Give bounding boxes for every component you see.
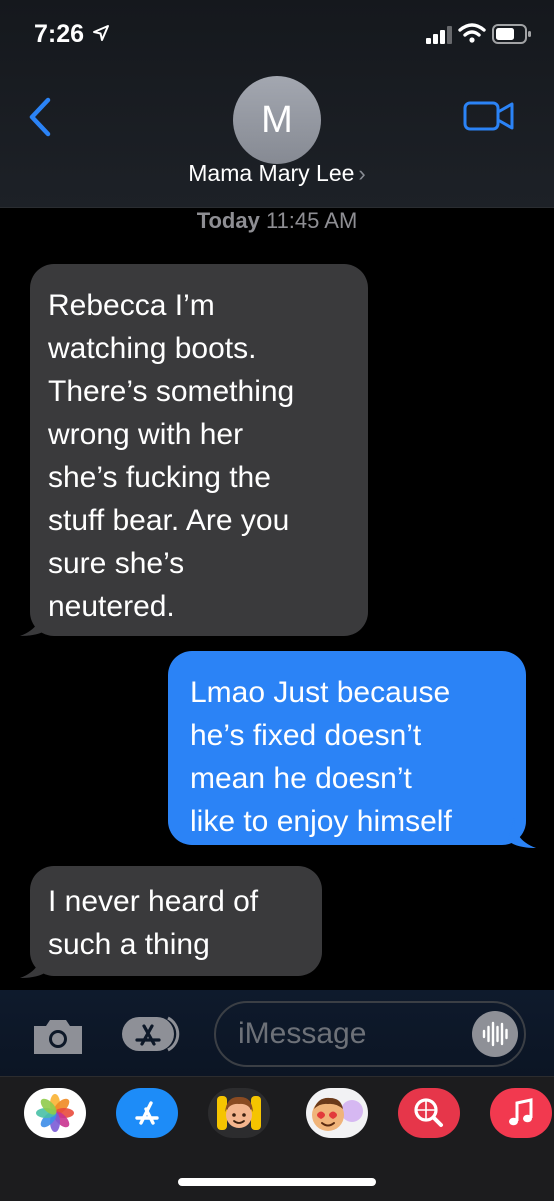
audio-message-button[interactable] xyxy=(472,1011,518,1057)
animoji-icon xyxy=(312,1097,363,1131)
contact-name: Mama Mary Lee xyxy=(188,160,355,186)
contact-name-button[interactable]: Mama Mary Lee › xyxy=(0,160,554,187)
conversation-header: 7:26 M Mama Mary Lee › xyxy=(0,0,554,208)
app-store-icon xyxy=(135,1101,159,1125)
image-search-app-button[interactable] xyxy=(398,1088,460,1138)
photos-app-button[interactable] xyxy=(24,1088,86,1138)
music-app-button[interactable] xyxy=(490,1088,552,1138)
memoji-icon xyxy=(217,1096,261,1130)
timestamp-day: Today xyxy=(196,208,260,233)
bubble-tail-icon xyxy=(20,948,48,978)
chevron-right-icon: › xyxy=(358,161,366,186)
wifi-icon xyxy=(458,23,486,43)
bubble-tail-icon xyxy=(20,606,48,636)
status-bar: 7:26 xyxy=(0,0,554,70)
message-text: Lmao Just because he’s fixed doesn’t mea… xyxy=(190,676,452,838)
memoji-app-button[interactable] xyxy=(208,1088,270,1138)
app-store-app-button[interactable] xyxy=(116,1088,178,1138)
video-call-button[interactable] xyxy=(462,98,516,134)
imessage-input[interactable]: iMessage xyxy=(214,1001,526,1067)
waveform-icon xyxy=(482,1021,508,1047)
incoming-message-bubble[interactable]: I never heard of such a thing xyxy=(30,866,322,976)
message-text: I never heard of such a thing xyxy=(48,885,259,961)
location-arrow-icon xyxy=(93,25,109,41)
bubble-tail-icon xyxy=(508,818,536,848)
home-indicator[interactable] xyxy=(178,1178,376,1186)
back-button[interactable] xyxy=(22,92,58,142)
cellular-signal-icon xyxy=(426,26,452,44)
status-time: 7:26 xyxy=(34,20,85,48)
photos-icon xyxy=(36,1094,74,1132)
timestamp-time: 11:45 AM xyxy=(265,208,358,233)
animoji-app-button[interactable] xyxy=(306,1088,368,1138)
outgoing-message-bubble[interactable]: Lmao Just because he’s fixed doesn’t mea… xyxy=(168,651,526,845)
camera-button[interactable] xyxy=(30,1016,86,1056)
avatar-initial: M xyxy=(261,99,293,141)
message-timestamp: Today 11:45 AM xyxy=(0,208,554,234)
app-store-button[interactable] xyxy=(120,1014,186,1054)
search-images-icon xyxy=(414,1098,443,1127)
input-placeholder: iMessage xyxy=(238,1017,367,1050)
incoming-message-bubble[interactable]: Rebecca I’m watching boots. There’s some… xyxy=(30,264,368,636)
music-icon xyxy=(509,1098,533,1126)
message-text: Rebecca I’m watching boots. There’s some… xyxy=(48,289,295,623)
contact-avatar[interactable]: M xyxy=(233,76,321,164)
battery-icon xyxy=(492,24,531,44)
